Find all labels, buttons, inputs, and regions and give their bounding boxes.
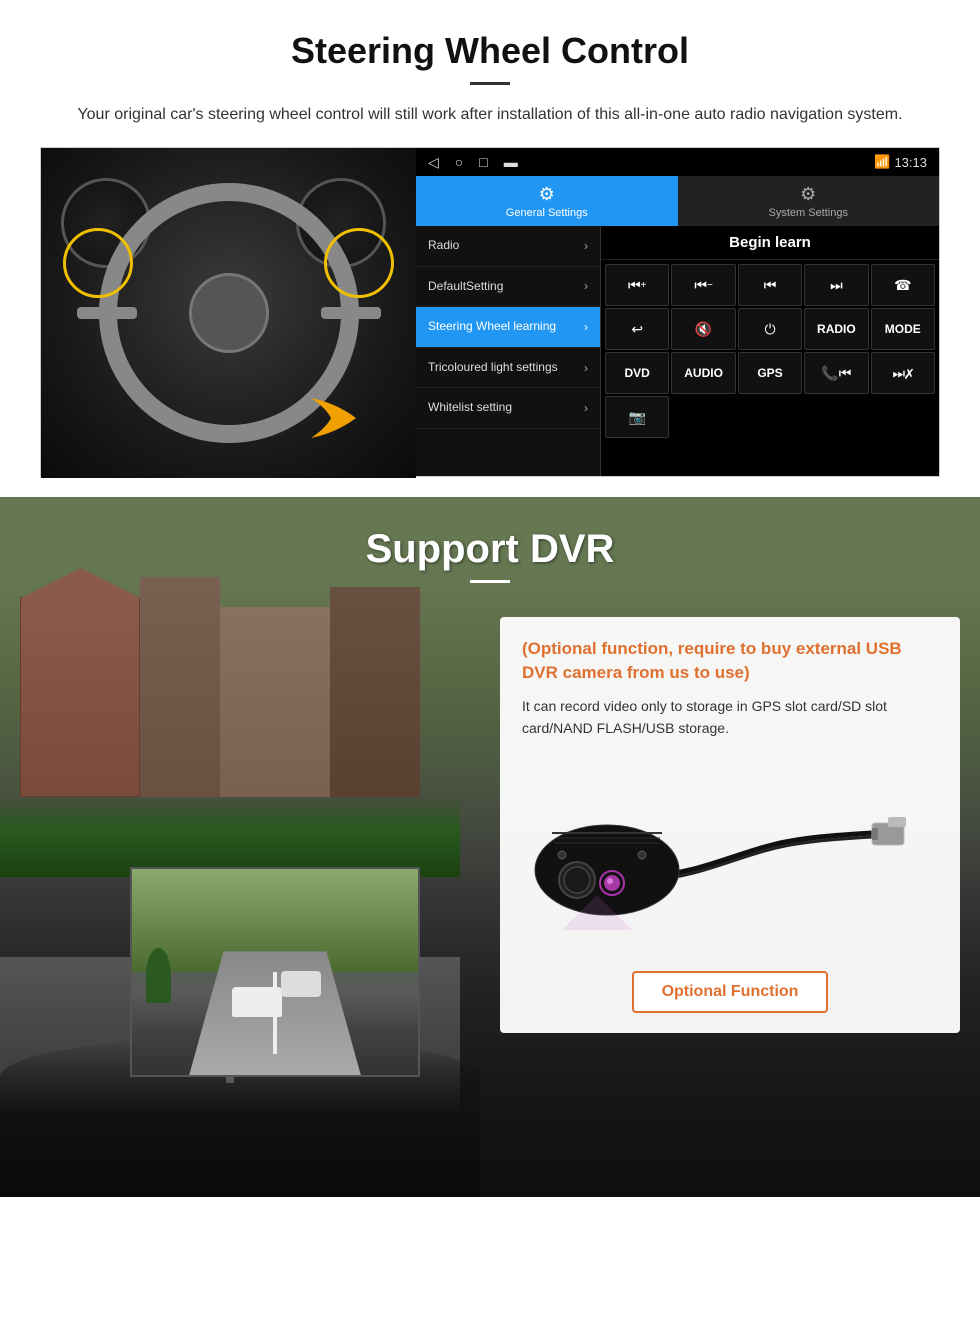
ctrl-btn-vol-up[interactable]: ⏮+ xyxy=(605,264,669,306)
steering-wheel-bg xyxy=(41,148,416,478)
dvr-content-card: (Optional function, require to buy exter… xyxy=(500,617,960,1033)
dvr-description: It can record video only to storage in G… xyxy=(522,695,938,740)
dvr-title-area: Support DVR xyxy=(0,497,980,583)
ctrl-btn-audio[interactable]: AUDIO xyxy=(671,352,735,394)
building-2 xyxy=(140,577,220,797)
steering-title: Steering Wheel Control xyxy=(40,30,940,72)
steering-circle-right xyxy=(324,228,394,298)
ctrl-btn-gps[interactable]: GPS xyxy=(738,352,802,394)
hedge xyxy=(0,797,460,877)
control-grid: Begin learn ⏮+ ⏮− ⏮ ⏭ ☎ ↩ 🔇 ⏻ RADIO xyxy=(601,226,939,476)
menu-list: Radio › DefaultSetting › Steering Wheel … xyxy=(416,226,601,476)
ctrl-btn-mode[interactable]: MODE xyxy=(871,308,935,350)
steering-description: Your original car's steering wheel contr… xyxy=(60,103,920,127)
begin-learn-row: Begin learn xyxy=(601,226,939,260)
building-1 xyxy=(20,597,140,797)
ctrl-btn-power[interactable]: ⏻ xyxy=(738,308,802,350)
steering-divider xyxy=(470,82,510,85)
nav-icons: ◁ ○ □ ▬ xyxy=(428,154,518,171)
android-statusbar: ◁ ○ □ ▬ 📶 13:13 xyxy=(416,148,939,176)
menu-item-default-label: DefaultSetting xyxy=(428,279,503,295)
dvr-camera-svg xyxy=(532,755,912,945)
ctrl-btn-next[interactable]: ⏭ xyxy=(804,264,868,306)
building-3 xyxy=(220,607,330,797)
tab-general-label: General Settings xyxy=(506,207,588,219)
menu-item-tricoloured[interactable]: Tricoloured light settings › xyxy=(416,348,600,389)
preview-car-1 xyxy=(232,987,282,1017)
general-settings-icon: ⚙ xyxy=(539,184,555,205)
chevron-icon-whitelist: › xyxy=(584,401,588,415)
menu-item-radio[interactable]: Radio › xyxy=(416,226,600,267)
menu-item-tricoloured-label: Tricoloured light settings xyxy=(428,360,558,376)
dvr-divider xyxy=(470,580,510,583)
optional-function-button[interactable]: Optional Function xyxy=(632,971,829,1013)
chevron-icon-steering: › xyxy=(584,320,588,334)
tab-general-settings[interactable]: ⚙ General Settings xyxy=(416,176,678,226)
steering-wheel-hub xyxy=(189,273,269,353)
tab-system-label: System Settings xyxy=(769,207,848,219)
recent-icon: □ xyxy=(479,154,487,170)
ctrl-btn-skip[interactable]: ⏭✗ xyxy=(871,352,935,394)
menu-item-steering-label: Steering Wheel learning xyxy=(428,319,556,335)
menu-item-radio-label: Radio xyxy=(428,238,459,254)
preview-tree xyxy=(146,948,171,1003)
status-bar-right: 📶 13:13 xyxy=(874,154,927,170)
building-4 xyxy=(330,587,420,797)
system-settings-icon: ⚙ xyxy=(800,184,816,205)
ctrl-btn-extra[interactable]: 📷 xyxy=(605,396,669,438)
chevron-icon-tricoloured: › xyxy=(584,361,588,375)
steering-image xyxy=(41,148,416,478)
android-tabs: ⚙ General Settings ⚙ System Settings xyxy=(416,176,939,226)
control-buttons-grid: ⏮+ ⏮− ⏮ ⏭ ☎ ↩ 🔇 ⏻ RADIO MODE DVD AUDIO xyxy=(601,260,939,442)
steering-circle-left xyxy=(63,228,133,298)
ctrl-btn-dvd[interactable]: DVD xyxy=(605,352,669,394)
ctrl-btn-phone-prev[interactable]: 📞⏮ xyxy=(804,352,868,394)
steering-arrow xyxy=(306,388,386,448)
home-icon: ○ xyxy=(455,154,463,170)
chevron-icon-default: › xyxy=(584,279,588,293)
ctrl-btn-mute[interactable]: 🔇 xyxy=(671,308,735,350)
ctrl-btn-hangup[interactable]: ↩ xyxy=(605,308,669,350)
steering-section: Steering Wheel Control Your original car… xyxy=(0,0,980,497)
preview-car-2 xyxy=(281,971,321,997)
android-content: Radio › DefaultSetting › Steering Wheel … xyxy=(416,226,939,476)
steering-demo-area: ◁ ○ □ ▬ 📶 13:13 ⚙ General Settings ⚙ xyxy=(40,147,940,477)
dvr-preview-image xyxy=(130,867,420,1077)
menu-item-steering[interactable]: Steering Wheel learning › xyxy=(416,307,600,348)
menu-item-whitelist[interactable]: Whitelist setting › xyxy=(416,388,600,429)
dvr-title: Support DVR xyxy=(0,527,980,572)
dvr-optional-heading: (Optional function, require to buy exter… xyxy=(522,637,938,685)
ctrl-btn-radio[interactable]: RADIO xyxy=(804,308,868,350)
status-time: 13:13 xyxy=(894,155,927,170)
ctrl-btn-phone[interactable]: ☎ xyxy=(871,264,935,306)
menu-item-whitelist-label: Whitelist setting xyxy=(428,400,512,416)
signal-icon: 📶 xyxy=(874,154,890,170)
chevron-icon-radio: › xyxy=(584,239,588,253)
back-icon: ◁ xyxy=(428,154,439,171)
ctrl-btn-prev[interactable]: ⏮ xyxy=(738,264,802,306)
menu-item-default[interactable]: DefaultSetting › xyxy=(416,267,600,308)
dvr-section: Support DVR (Optional function, require … xyxy=(0,497,980,1197)
ctrl-btn-vol-down[interactable]: ⏮− xyxy=(671,264,735,306)
tab-system-settings[interactable]: ⚙ System Settings xyxy=(678,176,940,226)
begin-learn-button[interactable]: Begin learn xyxy=(729,234,811,251)
dvr-camera-illustration xyxy=(522,755,938,955)
menu-icon: ▬ xyxy=(504,154,518,170)
android-panel: ◁ ○ □ ▬ 📶 13:13 ⚙ General Settings ⚙ xyxy=(416,148,939,476)
